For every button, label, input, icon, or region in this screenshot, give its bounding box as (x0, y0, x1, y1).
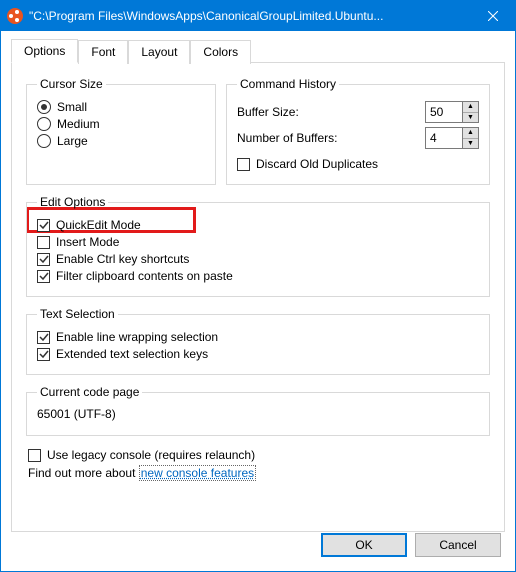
num-buffers-spinner[interactable]: ▲ ▼ (425, 127, 479, 149)
help-prefix: Find out more about (28, 466, 139, 480)
command-history-group: Command History Buffer Size: ▲ ▼ Number (226, 77, 490, 185)
spinner-buttons[interactable]: ▲ ▼ (463, 127, 479, 149)
ok-button[interactable]: OK (321, 533, 407, 557)
checkbox-icon (28, 449, 41, 462)
num-buffers-label: Number of Buffers: (237, 131, 338, 145)
cursor-small-row[interactable]: Small (37, 100, 205, 114)
codepage-group: Current code page 65001 (UTF-8) (26, 385, 490, 436)
discard-label: Discard Old Duplicates (256, 157, 378, 171)
spin-down-icon[interactable]: ▼ (463, 113, 478, 123)
checkbox-icon (37, 253, 50, 266)
radio-icon (37, 100, 51, 114)
ctrl-shortcuts-row[interactable]: Enable Ctrl key shortcuts (37, 252, 479, 266)
filter-clipboard-row[interactable]: Filter clipboard contents on paste (37, 269, 479, 283)
spin-up-icon[interactable]: ▲ (463, 102, 478, 113)
options-panel: Cursor Size Small Medium Large (11, 62, 505, 532)
tab-strip: Options Font Layout Colors (11, 39, 505, 63)
radio-icon (37, 117, 51, 131)
insert-label: Insert Mode (56, 235, 119, 249)
checkbox-icon (37, 219, 50, 232)
cursor-medium-label: Medium (57, 117, 100, 131)
close-button[interactable] (470, 1, 515, 31)
codepage-legend: Current code page (37, 385, 142, 399)
cursor-size-group: Cursor Size Small Medium Large (26, 77, 216, 185)
window-title: "C:\Program Files\WindowsApps\CanonicalG… (29, 9, 470, 23)
history-legend: Command History (237, 77, 339, 91)
ctrl-label: Enable Ctrl key shortcuts (56, 252, 189, 266)
new-console-features-link[interactable]: new console features (139, 465, 256, 481)
insert-row[interactable]: Insert Mode (37, 235, 479, 249)
wrap-label: Enable line wrapping selection (56, 330, 218, 344)
legacy-label: Use legacy console (requires relaunch) (47, 448, 255, 462)
cancel-button[interactable]: Cancel (415, 533, 501, 557)
extended-keys-row[interactable]: Extended text selection keys (37, 347, 479, 361)
cursor-medium-row[interactable]: Medium (37, 117, 205, 131)
edit-legend: Edit Options (37, 195, 108, 209)
tab-colors[interactable]: Colors (190, 40, 251, 64)
extended-label: Extended text selection keys (56, 347, 208, 361)
tab-layout[interactable]: Layout (128, 40, 190, 64)
checkbox-icon (37, 331, 50, 344)
checkbox-icon (37, 348, 50, 361)
tab-options[interactable]: Options (11, 39, 78, 63)
close-icon (488, 11, 498, 21)
spin-down-icon[interactable]: ▼ (463, 139, 478, 149)
radio-icon (37, 134, 51, 148)
buffer-size-spinner[interactable]: ▲ ▼ (425, 101, 479, 123)
cursor-small-label: Small (57, 100, 87, 114)
legacy-console-row[interactable]: Use legacy console (requires relaunch) (28, 448, 488, 462)
cursor-large-label: Large (57, 134, 88, 148)
checkbox-icon (37, 236, 50, 249)
line-wrap-row[interactable]: Enable line wrapping selection (37, 330, 479, 344)
quickedit-label: QuickEdit Mode (56, 218, 141, 232)
text-selection-group: Text Selection Enable line wrapping sele… (26, 307, 490, 375)
cursor-legend: Cursor Size (37, 77, 106, 91)
codepage-value: 65001 (UTF-8) (37, 405, 479, 425)
buffer-size-label: Buffer Size: (237, 105, 299, 119)
textsel-legend: Text Selection (37, 307, 118, 321)
checkbox-icon (237, 158, 250, 171)
discard-duplicates-row[interactable]: Discard Old Duplicates (237, 157, 479, 171)
checkbox-icon (37, 270, 50, 283)
edit-options-group: Edit Options QuickEdit Mode Insert Mode … (26, 195, 490, 297)
help-line: Find out more about new console features (28, 466, 488, 480)
spinner-buttons[interactable]: ▲ ▼ (463, 101, 479, 123)
buffer-size-input[interactable] (425, 101, 463, 123)
dialog-content: Options Font Layout Colors Cursor Size S… (1, 31, 515, 542)
spin-up-icon[interactable]: ▲ (463, 128, 478, 139)
tab-font[interactable]: Font (78, 40, 128, 64)
cursor-large-row[interactable]: Large (37, 134, 205, 148)
quickedit-row[interactable]: QuickEdit Mode (37, 218, 479, 232)
ubuntu-icon (7, 8, 23, 24)
titlebar[interactable]: "C:\Program Files\WindowsApps\CanonicalG… (1, 1, 515, 31)
filter-label: Filter clipboard contents on paste (56, 269, 233, 283)
num-buffers-input[interactable] (425, 127, 463, 149)
dialog-buttons: OK Cancel (321, 533, 501, 557)
window: "C:\Program Files\WindowsApps\CanonicalG… (0, 0, 516, 572)
